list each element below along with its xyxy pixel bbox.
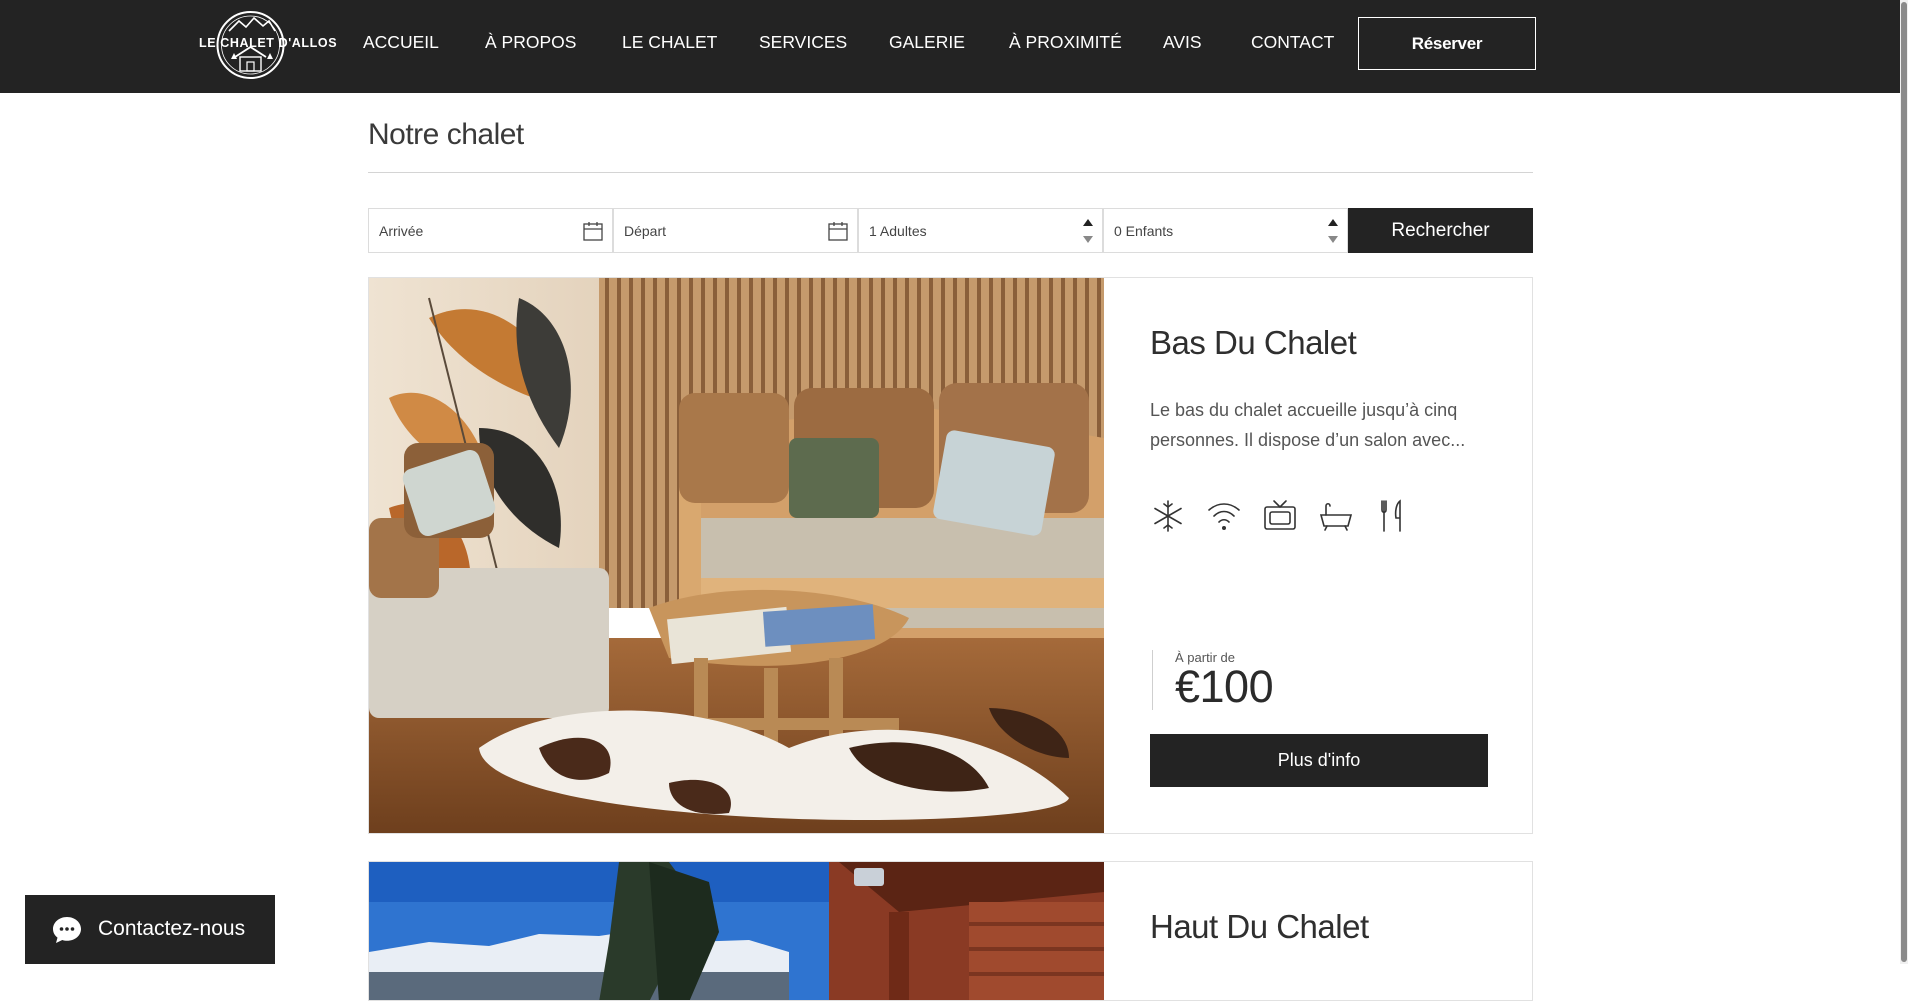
room-card: Bas Du Chalet Le bas du chalet accueille… [368, 277, 1533, 834]
nav-a-propos[interactable]: À PROPOS [485, 32, 576, 53]
departure-placeholder: Départ [624, 223, 667, 239]
living-room-photo [369, 278, 1104, 833]
page-title: Notre chalet [368, 118, 524, 151]
children-value: 0 Enfants [1114, 223, 1174, 239]
tv-icon [1264, 500, 1296, 530]
search-button[interactable]: Rechercher [1348, 208, 1533, 253]
nav-services[interactable]: SERVICES [759, 32, 847, 53]
snowflake-icon [1154, 500, 1182, 532]
site-header: LE CHALET D'ALLOS ACCUEIL À PROPOS LE CH… [0, 0, 1908, 93]
stepper-arrows-icon[interactable] [1082, 215, 1094, 247]
contact-chat-button[interactable]: Contactez-nous [25, 895, 275, 964]
chalet-exterior-photo [369, 862, 1104, 1000]
adults-stepper[interactable]: 1 Adultes [858, 208, 1103, 253]
bathtub-icon [1319, 502, 1353, 531]
site-logo[interactable]: LE CHALET D'ALLOS [199, 7, 338, 83]
chat-bubble-icon [53, 917, 81, 943]
nav-contact[interactable]: CONTACT [1251, 32, 1334, 53]
room-title[interactable]: Haut Du Chalet [1150, 908, 1369, 946]
chat-label: Contactez-nous [98, 917, 246, 940]
room-card: Haut Du Chalet [368, 861, 1533, 1001]
nav-a-proximite[interactable]: À PROXIMITÉ [1009, 32, 1122, 53]
adults-value: 1 Adultes [869, 223, 927, 239]
room-photo[interactable] [369, 278, 1104, 833]
page-scrollbar[interactable] [1900, 0, 1908, 964]
logo-text: LE CHALET D'ALLOS [199, 36, 338, 50]
price-value: €100 [1175, 661, 1274, 712]
room-description: Le bas du chalet accueille jusqu’à cinq … [1150, 400, 1466, 450]
children-stepper[interactable]: 0 Enfants [1103, 208, 1348, 253]
nav-le-chalet[interactable]: LE CHALET [622, 32, 717, 53]
arrival-date-field[interactable]: Arrivée [368, 208, 613, 253]
calendar-icon[interactable] [827, 220, 849, 242]
room-photo[interactable] [369, 862, 1104, 1000]
wifi-icon [1208, 503, 1240, 530]
scrollbar-thumb[interactable] [1901, 2, 1907, 962]
stepper-arrows-icon[interactable] [1327, 215, 1339, 247]
reserve-button[interactable]: Réserver [1358, 17, 1536, 70]
fork-knife-icon [1381, 499, 1401, 532]
booking-search-bar: Arrivée Départ 1 Adultes 0 Enfants Reche… [368, 208, 1533, 253]
nav-avis[interactable]: AVIS [1163, 32, 1202, 53]
departure-date-field[interactable]: Départ [613, 208, 858, 253]
arrival-placeholder: Arrivée [379, 223, 424, 239]
nav-accueil[interactable]: ACCUEIL [363, 32, 439, 53]
price-block: À partir de €100 [1152, 650, 1274, 712]
room-title[interactable]: Bas Du Chalet [1150, 324, 1357, 362]
nav-galerie[interactable]: GALERIE [889, 32, 965, 53]
calendar-icon[interactable] [582, 220, 604, 242]
title-divider [368, 172, 1533, 173]
more-info-button[interactable]: Plus d'info [1150, 734, 1488, 787]
